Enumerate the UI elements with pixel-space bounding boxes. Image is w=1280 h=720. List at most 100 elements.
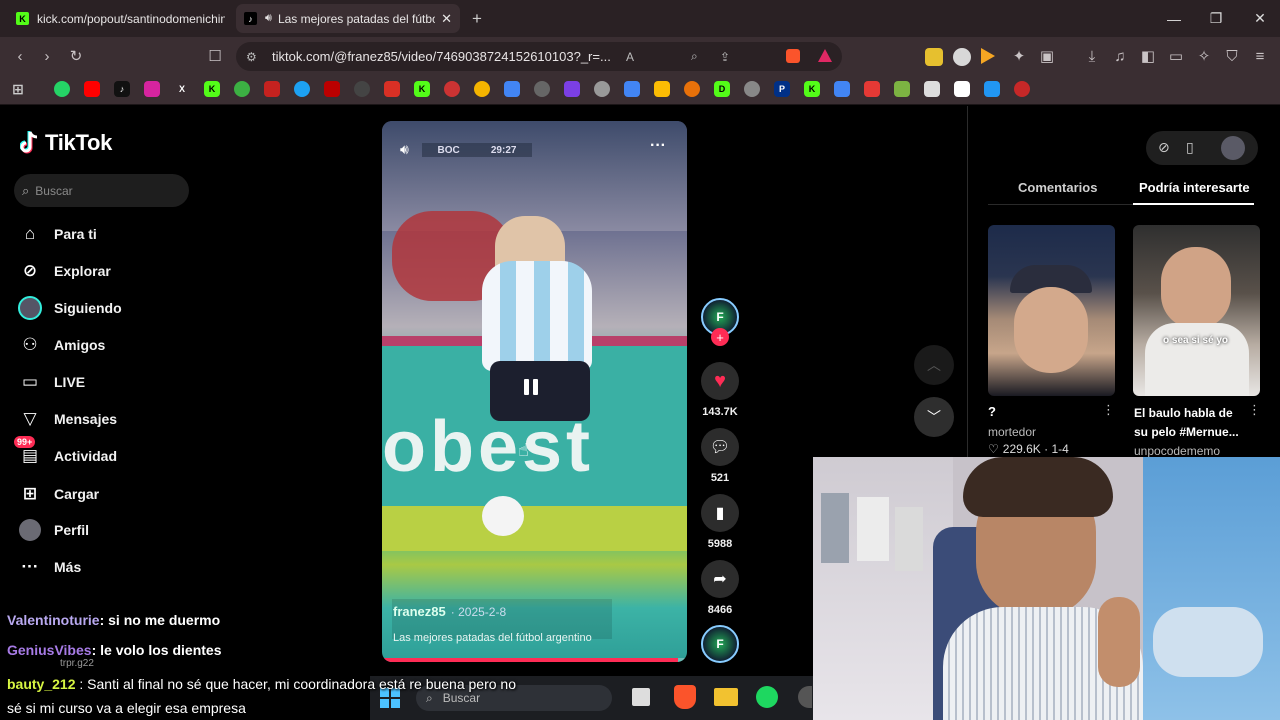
back-button[interactable]: ‹	[9, 45, 31, 67]
bookmark-icon[interactable]	[534, 81, 550, 97]
bookmark-icon[interactable]	[474, 81, 490, 97]
maximize-button[interactable]: ❐	[1194, 0, 1238, 37]
user-avatar[interactable]	[1221, 136, 1245, 160]
translate-icon[interactable]: A	[626, 50, 634, 64]
puzzle-icon[interactable]: ✦	[1008, 45, 1030, 67]
tiktok-bookmark-icon[interactable]: ♪	[114, 81, 130, 97]
new-tab-button[interactable]: +	[472, 9, 482, 29]
tab-tiktok[interactable]: ♪ 🔊︎ Las mejores patadas del fútbol arge…	[236, 4, 460, 33]
nav-mensajes[interactable]: ▽ Mensajes	[18, 404, 117, 434]
video-progress-track[interactable]	[382, 658, 687, 662]
instagram-icon[interactable]	[144, 81, 160, 97]
download-icon[interactable]: ⤓	[1081, 45, 1103, 67]
nav-cargar[interactable]: ⊞ Cargar	[18, 479, 99, 509]
bookmark-icon[interactable]	[324, 81, 340, 97]
kick-bookmark-icon[interactable]: K	[414, 81, 430, 97]
kick-bookmark-icon[interactable]: K	[804, 81, 820, 97]
brave-shield-icon[interactable]	[786, 49, 800, 63]
nav-actividad[interactable]: ▤ 99+ Actividad	[14, 436, 117, 471]
sound-disc-icon[interactable]: F	[701, 625, 739, 663]
youtube-icon[interactable]	[84, 81, 100, 97]
extension-icon[interactable]	[925, 48, 943, 66]
pause-icon[interactable]	[524, 379, 544, 401]
bookmark-icon[interactable]	[384, 81, 400, 97]
nav-live[interactable]: ▭ LIVE	[18, 367, 85, 397]
bookmark-icon[interactable]	[684, 81, 700, 97]
docs-icon[interactable]	[624, 81, 640, 97]
url-text[interactable]: tiktok.com/@franez85/video/7469038724152…	[272, 49, 612, 64]
heart-icon[interactable]: ♥	[701, 362, 739, 400]
address-bar[interactable]: ⚙ tiktok.com/@franez85/video/74690387241…	[236, 42, 842, 71]
brave-rewards-icon[interactable]	[818, 49, 832, 62]
follow-plus-icon[interactable]: +	[711, 328, 729, 346]
bookmark-icon[interactable]	[564, 81, 580, 97]
bookmark-icon[interactable]	[504, 81, 520, 97]
tab-icon[interactable]: ▣	[1036, 45, 1058, 67]
share-icon[interactable]: ⇪	[720, 50, 730, 64]
zoom-icon[interactable]: ⌕	[691, 49, 698, 64]
comment-action[interactable]: 💬︎ 521	[700, 428, 740, 484]
bookmark-icon[interactable]	[924, 81, 940, 97]
apps-icon[interactable]: ⊞	[10, 81, 26, 97]
video-author[interactable]: franez85 · 2025-2-8	[393, 604, 506, 619]
tab-podria-interesarte[interactable]: Podría interesarte	[1139, 180, 1250, 195]
brave-taskbar-icon[interactable]	[674, 685, 696, 709]
menu-icon[interactable]: ≡	[1249, 45, 1271, 67]
nav-explorar[interactable]: ⊘ Explorar	[18, 256, 111, 286]
phone-icon[interactable]: ▯	[1186, 139, 1194, 156]
wallet-icon[interactable]: ▭	[1165, 45, 1187, 67]
bookmark-icon[interactable]	[234, 81, 250, 97]
play-extension-icon[interactable]	[981, 48, 995, 64]
vpn-icon[interactable]: ⛉	[1221, 45, 1243, 67]
leo-icon[interactable]: ✧	[1193, 45, 1215, 67]
bookmark-icon[interactable]	[594, 81, 610, 97]
spotify-icon[interactable]	[756, 686, 778, 708]
compass-small-icon[interactable]: ⊘	[1158, 139, 1170, 156]
nav-perfil[interactable]: Perfil	[18, 515, 89, 545]
card-1-author[interactable]: mortedor	[988, 425, 1036, 439]
extension-icon[interactable]	[953, 48, 971, 66]
author-avatar-action[interactable]: F +	[700, 298, 740, 346]
save-action[interactable]: ▮ 5988	[700, 494, 740, 550]
nav-para-ti[interactable]: ⌂ Para ti	[18, 219, 97, 249]
bookmark-icon[interactable]	[654, 81, 670, 97]
share-arrow-icon[interactable]: ➦	[701, 560, 739, 598]
card-2-author[interactable]: unpocodememo	[1134, 444, 1220, 458]
paypal-icon[interactable]: P	[774, 81, 790, 97]
nav-mas[interactable]: ··· Más	[18, 552, 82, 582]
close-window-button[interactable]: ✕	[1238, 0, 1280, 37]
tab-kick-chat[interactable]: K kick.com/popout/santinodomenichini/cha…	[8, 4, 233, 33]
x-icon[interactable]: X	[174, 81, 190, 97]
like-action[interactable]: ♥ 143.7K	[700, 362, 740, 418]
volume-icon[interactable]: 🔊︎	[400, 141, 409, 158]
comment-icon[interactable]: 💬︎	[701, 428, 739, 466]
nav-siguiendo[interactable]: Siguiendo	[18, 293, 122, 323]
sidebar-icon[interactable]: ◧	[1137, 45, 1159, 67]
recommend-thumb-2[interactable]: o sea si sé yo	[1133, 225, 1260, 396]
recommend-thumb-1[interactable]	[988, 225, 1115, 396]
bookmark-icon[interactable]	[864, 81, 880, 97]
prev-video-button[interactable]: ︿	[914, 345, 954, 385]
next-video-button[interactable]: ﹀	[914, 397, 954, 437]
close-tab-icon[interactable]: ✕	[441, 11, 452, 27]
reload-button[interactable]: ↻	[65, 45, 87, 67]
bookmark-icon[interactable]	[354, 81, 370, 97]
share-action[interactable]: ➦ 8466	[700, 560, 740, 616]
gmail-icon[interactable]	[264, 81, 280, 97]
site-info-icon[interactable]: ⚙	[246, 50, 257, 64]
bookmark-icon[interactable]: ☐	[204, 45, 226, 67]
file-explorer-icon[interactable]	[714, 688, 738, 706]
kick-bookmark-icon[interactable]: K	[204, 81, 220, 97]
docs-icon[interactable]	[834, 81, 850, 97]
bookmark-save-icon[interactable]: ▮	[701, 494, 739, 532]
video-player[interactable]: obest 🔊︎ BOC 29:27 ··· franez85 · 2025-2-8…	[382, 121, 687, 662]
whatsapp-icon[interactable]	[54, 81, 70, 97]
bookmark-icon[interactable]	[1014, 81, 1030, 97]
minimize-button[interactable]: —	[1152, 0, 1196, 37]
forward-button[interactable]: ›	[36, 45, 58, 67]
bookmark-icon[interactable]	[294, 81, 310, 97]
nav-amigos[interactable]: ⚇ Amigos	[18, 330, 105, 360]
card-1-title[interactable]: ?	[988, 404, 996, 419]
sound-disc-action[interactable]: F	[700, 625, 740, 663]
tiktok-logo[interactable]: TikTok	[19, 130, 112, 156]
